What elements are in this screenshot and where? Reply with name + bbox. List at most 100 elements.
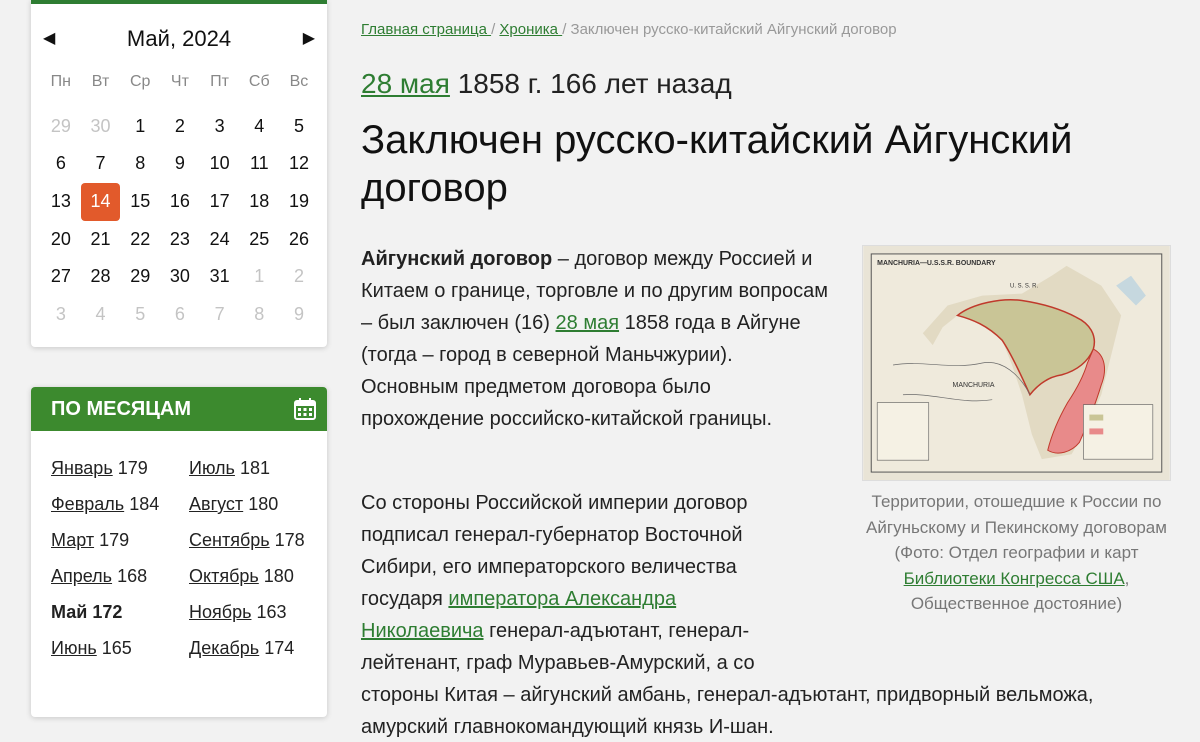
next-month-icon[interactable]: ▶ bbox=[303, 28, 315, 48]
month-link[interactable]: Февраль bbox=[51, 494, 124, 514]
calendar-day[interactable]: 30 bbox=[160, 258, 200, 296]
calendar-day[interactable]: 28 bbox=[81, 258, 121, 296]
calendar-day[interactable]: 9 bbox=[160, 145, 200, 183]
calendar-day[interactable]: 19 bbox=[279, 183, 319, 221]
calendar-day: 1 bbox=[239, 258, 279, 296]
month-item: Июль 181 bbox=[189, 457, 327, 480]
month-link[interactable]: Ноябрь bbox=[189, 602, 251, 622]
month-item: Август 180 bbox=[189, 493, 327, 516]
boundary-map-image[interactable]: MANCHURIA—U.S.S.R. BOUNDARY U. S. S. R. … bbox=[862, 245, 1171, 481]
month-link[interactable]: Январь bbox=[51, 458, 113, 478]
months-widget: ПО МЕСЯЦАМ Январь 179 Февраль 184 Март 179… bbox=[31, 387, 327, 717]
breadcrumb-current: Заключен русско-китайский Айгунский дого… bbox=[570, 21, 897, 38]
calendar-day[interactable]: 5 bbox=[279, 108, 319, 146]
month-link[interactable]: Декабрь bbox=[189, 638, 259, 658]
calendar-day[interactable]: 17 bbox=[200, 183, 240, 221]
calendar-grid: Пн Вт Ср Чт Пт Сб Вс 29 30 1 2 3 4 5 6 7 8 9 10 11 12 13 14 15 1… bbox=[41, 70, 319, 333]
calendar-day-number: 29 bbox=[130, 266, 151, 287]
month-link[interactable]: Июль bbox=[189, 458, 235, 478]
calendar-day[interactable]: 27 bbox=[41, 258, 81, 296]
figure-caption: Территории, отошедшие к России по Айгунь… bbox=[862, 489, 1171, 617]
date-link[interactable]: 28 мая bbox=[556, 312, 620, 334]
page-title: Заключен русско-китайский Айгунский дого… bbox=[361, 118, 1073, 210]
event-date-link[interactable]: 28 мая bbox=[361, 68, 450, 99]
calendar-day[interactable]: 1 bbox=[120, 108, 160, 146]
calendar-day-number: 10 bbox=[209, 153, 230, 174]
month-count: 180 bbox=[248, 494, 279, 514]
month-count: 184 bbox=[129, 494, 160, 514]
calendar-icon[interactable] bbox=[293, 397, 317, 421]
calendar-day-number: 6 bbox=[174, 303, 185, 324]
calendar-day[interactable]: 10 bbox=[200, 145, 240, 183]
calendar-day: 7 bbox=[200, 296, 240, 334]
calendar-title: Май, 2024 bbox=[126, 26, 232, 51]
emperor-link-cont[interactable]: Николаевича bbox=[361, 620, 484, 642]
calendar-day-number: 16 bbox=[169, 191, 190, 212]
caption-text: Территории, отошедшие к России по Айгунь… bbox=[866, 492, 1167, 562]
calendar-day[interactable]: 21 bbox=[81, 220, 121, 258]
calendar-day-number: 1 bbox=[135, 115, 146, 136]
calendar-day[interactable]: 8 bbox=[120, 145, 160, 183]
calendar-day-number: 30 bbox=[90, 115, 111, 136]
calendar-day[interactable]: 29 bbox=[120, 258, 160, 296]
article-line: стороны Китая – айгунский амбань, генера… bbox=[361, 684, 1094, 706]
calendar-day[interactable]: 6 bbox=[41, 145, 81, 183]
map-title: MANCHURIA—U.S.S.R. BOUNDARY bbox=[877, 260, 996, 267]
calendar-day[interactable]: 22 bbox=[120, 220, 160, 258]
calendar-day[interactable]: 15 bbox=[120, 183, 160, 221]
calendar-day[interactable]: 3 bbox=[200, 108, 240, 146]
calendar-day-number: 4 bbox=[95, 303, 106, 324]
month-link[interactable]: Октябрь bbox=[189, 566, 259, 586]
calendar-day-today[interactable]: 14 bbox=[80, 182, 121, 221]
article-paragraph-1: Айгунский договор – договор между Россие… bbox=[361, 243, 831, 455]
weekday-label: Сб bbox=[248, 73, 270, 90]
article-line: лейтенант, граф Муравьев-Амурский, а со bbox=[361, 652, 755, 674]
calendar-day: 4 bbox=[81, 296, 121, 334]
breadcrumb-chronicle[interactable]: Хроника bbox=[499, 21, 562, 38]
calendar-day-number: 26 bbox=[288, 228, 309, 249]
month-link[interactable]: Июнь bbox=[51, 638, 97, 658]
calendar-day-number: 1 bbox=[254, 266, 265, 287]
calendar-day-number: 15 bbox=[130, 191, 151, 212]
month-link[interactable]: Март bbox=[51, 530, 94, 550]
calendar-day-number: 2 bbox=[174, 115, 185, 136]
month-item: Январь 179 bbox=[51, 457, 189, 480]
month-link[interactable]: Август bbox=[189, 494, 243, 514]
calendar-day[interactable]: 26 bbox=[279, 220, 319, 258]
calendar-day[interactable]: 4 bbox=[239, 108, 279, 146]
month-item: Февраль 184 bbox=[51, 493, 189, 516]
calendar-day[interactable]: 23 bbox=[160, 220, 200, 258]
month-item: Октябрь 180 bbox=[189, 565, 327, 588]
calendar-day-number: 27 bbox=[50, 266, 71, 287]
calendar-day[interactable]: 13 bbox=[41, 183, 81, 221]
calendar-day[interactable]: 25 bbox=[239, 220, 279, 258]
calendar-day[interactable]: 18 bbox=[239, 183, 279, 221]
calendar-day-number: 8 bbox=[254, 303, 265, 324]
calendar-day-number: 25 bbox=[249, 228, 270, 249]
month-link[interactable]: Сентябрь bbox=[189, 530, 270, 550]
calendar-day-number: 12 bbox=[288, 153, 309, 174]
calendar-day[interactable]: 31 bbox=[200, 258, 240, 296]
article-line: Николаевича генерал-адъютант, генерал- bbox=[361, 615, 1171, 647]
calendar-day[interactable]: 16 bbox=[160, 183, 200, 221]
calendar-day-number: 29 bbox=[50, 115, 71, 136]
map-label-manchuria: MANCHURIA bbox=[953, 382, 995, 389]
calendar-day-number: 13 bbox=[50, 191, 71, 212]
month-count: 172 bbox=[92, 602, 123, 622]
breadcrumb-home[interactable]: Главная страница bbox=[361, 21, 491, 38]
calendar-day[interactable]: 7 bbox=[81, 145, 121, 183]
calendar-day[interactable]: 11 bbox=[239, 145, 279, 183]
emperor-link[interactable]: императора Александра bbox=[448, 588, 676, 610]
calendar-day[interactable]: 2 bbox=[160, 108, 200, 146]
calendar-day[interactable]: 20 bbox=[41, 220, 81, 258]
calendar-day[interactable]: 24 bbox=[200, 220, 240, 258]
month-link[interactable]: Апрель bbox=[51, 566, 112, 586]
weekday-label: Ср bbox=[129, 73, 151, 90]
calendar-day[interactable]: 12 bbox=[279, 145, 319, 183]
calendar-day-number: 28 bbox=[90, 266, 111, 287]
month-item: Сентябрь 178 bbox=[189, 529, 327, 552]
calendar-day-number: 20 bbox=[50, 228, 71, 249]
event-year: 1858 г. 166 лет назад bbox=[449, 68, 732, 99]
article-line: амурский главнокомандующий князь И-шан. bbox=[361, 716, 774, 738]
library-of-congress-link[interactable]: Библиотеки Конгресса США bbox=[904, 569, 1125, 588]
